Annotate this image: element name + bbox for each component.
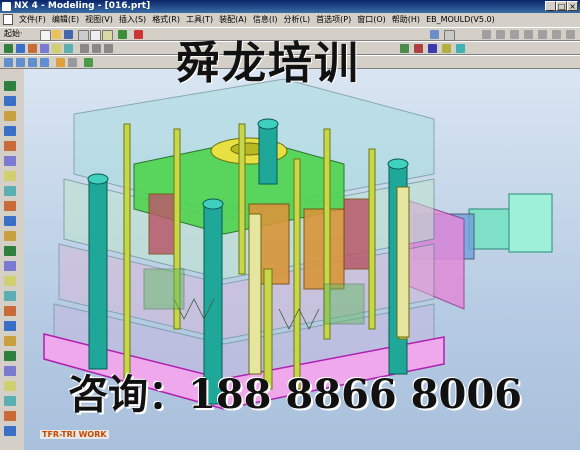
snap-icon[interactable] bbox=[482, 30, 491, 39]
snap-center-icon[interactable] bbox=[538, 30, 547, 39]
menu-eb-mould[interactable]: EB_MOULD(V5.0) bbox=[423, 13, 498, 27]
line-icon[interactable] bbox=[80, 44, 89, 53]
shaded-icon[interactable] bbox=[56, 58, 65, 67]
orient-icon[interactable] bbox=[84, 58, 93, 67]
layer-icon[interactable] bbox=[444, 30, 455, 41]
hole-icon[interactable] bbox=[40, 44, 49, 53]
brand-watermark: 舜龙培训 bbox=[176, 38, 360, 89]
menu-format[interactable]: 格式(R) bbox=[149, 13, 183, 27]
tool-22-icon[interactable] bbox=[4, 396, 16, 406]
tool-18-icon[interactable] bbox=[4, 336, 16, 346]
tool-8-icon[interactable] bbox=[4, 186, 16, 196]
wireframe-icon[interactable] bbox=[68, 58, 77, 67]
close-button[interactable]: × bbox=[567, 1, 578, 11]
snap-intersect-icon[interactable] bbox=[566, 30, 575, 39]
circle-icon[interactable] bbox=[104, 44, 113, 53]
menu-analysis[interactable]: 分析(L) bbox=[280, 13, 313, 27]
left-toolbar bbox=[0, 69, 25, 450]
chamfer-icon[interactable] bbox=[64, 44, 73, 53]
tool-9-icon[interactable] bbox=[4, 201, 16, 211]
snap-point-icon[interactable] bbox=[496, 30, 505, 39]
view-icon[interactable] bbox=[430, 30, 439, 39]
tool-13-icon[interactable] bbox=[4, 261, 16, 271]
tool-20-icon[interactable] bbox=[4, 366, 16, 376]
copy-icon[interactable] bbox=[90, 30, 101, 41]
start-button[interactable]: 起始· bbox=[4, 28, 23, 40]
tool-5-icon[interactable] bbox=[4, 141, 16, 151]
arc-icon[interactable] bbox=[92, 44, 101, 53]
cooling-icon[interactable] bbox=[456, 44, 465, 53]
mould-wizard-icon[interactable] bbox=[400, 44, 409, 53]
tool-19-icon[interactable] bbox=[4, 351, 16, 361]
snap-quadrant-icon[interactable] bbox=[552, 30, 561, 39]
tool-23-icon[interactable] bbox=[4, 411, 16, 421]
pan-icon[interactable] bbox=[40, 58, 49, 67]
menu-assembly[interactable]: 装配(A) bbox=[216, 13, 250, 27]
tool-10-icon[interactable] bbox=[4, 216, 16, 226]
menu-window[interactable]: 窗口(O) bbox=[354, 13, 389, 27]
tool-12-icon[interactable] bbox=[4, 246, 16, 256]
menu-view[interactable]: 视图(V) bbox=[82, 13, 116, 27]
undo-icon[interactable] bbox=[118, 30, 127, 39]
tool-17-icon[interactable] bbox=[4, 321, 16, 331]
rotate-icon[interactable] bbox=[28, 58, 37, 67]
menu-preferences[interactable]: 首选项(P) bbox=[313, 13, 354, 27]
tool-1-icon[interactable] bbox=[4, 81, 16, 91]
tool-7-icon[interactable] bbox=[4, 171, 16, 181]
tool-15-icon[interactable] bbox=[4, 291, 16, 301]
menu-tools[interactable]: 工具(T) bbox=[183, 13, 216, 27]
blend-icon[interactable] bbox=[52, 44, 61, 53]
revolve-icon[interactable] bbox=[28, 44, 37, 53]
maximize-button[interactable]: □ bbox=[556, 1, 567, 11]
tool-16-icon[interactable] bbox=[4, 306, 16, 316]
new-file-icon[interactable] bbox=[40, 30, 51, 41]
mould-base-icon[interactable] bbox=[414, 44, 423, 53]
tool-21-icon[interactable] bbox=[4, 381, 16, 391]
extrude-icon[interactable] bbox=[16, 44, 25, 53]
menu-file[interactable]: 文件(F) bbox=[16, 13, 49, 27]
tool-4-icon[interactable] bbox=[4, 126, 16, 136]
menu-edit[interactable]: 编辑(E) bbox=[49, 13, 82, 27]
menu-insert[interactable]: 插入(S) bbox=[116, 13, 149, 27]
fit-icon[interactable] bbox=[4, 58, 13, 67]
tool-6-icon[interactable] bbox=[4, 156, 16, 166]
tool-2-icon[interactable] bbox=[4, 96, 16, 106]
slider-icon[interactable] bbox=[442, 44, 451, 53]
open-folder-icon[interactable] bbox=[52, 30, 61, 39]
snap-mid-icon[interactable] bbox=[524, 30, 533, 39]
document-icon bbox=[3, 14, 13, 25]
tool-3-icon[interactable] bbox=[4, 111, 16, 121]
menu-help[interactable]: 帮助(H) bbox=[389, 13, 423, 27]
zoom-icon[interactable] bbox=[16, 58, 25, 67]
contact-watermark: 咨询：188 8866 8006 bbox=[68, 371, 523, 418]
cut-icon[interactable] bbox=[78, 30, 89, 41]
tool-11-icon[interactable] bbox=[4, 231, 16, 241]
paste-icon[interactable] bbox=[102, 30, 113, 41]
menu-bar: 文件(F) 编辑(E) 视图(V) 插入(S) 格式(R) 工具(T) 装配(A) 信息(I)… bbox=[0, 13, 580, 27]
delete-icon[interactable] bbox=[134, 30, 143, 39]
sketch-icon[interactable] bbox=[4, 44, 13, 53]
tool-24-icon[interactable] bbox=[4, 426, 16, 436]
window-title: NX 4 - Modeling - [016.prt] bbox=[14, 1, 151, 11]
snap-end-icon[interactable] bbox=[510, 30, 519, 39]
ejector-icon[interactable] bbox=[428, 44, 437, 53]
corner-logo: TFR-TRI WORK bbox=[40, 430, 109, 439]
minimize-button[interactable]: _ bbox=[545, 1, 556, 11]
tool-14-icon[interactable] bbox=[4, 276, 16, 286]
nx-app-icon bbox=[2, 2, 11, 11]
title-bar: NX 4 - Modeling - [016.prt] _ □ × bbox=[0, 0, 580, 13]
menu-information[interactable]: 信息(I) bbox=[250, 13, 281, 27]
save-icon[interactable] bbox=[64, 30, 73, 39]
